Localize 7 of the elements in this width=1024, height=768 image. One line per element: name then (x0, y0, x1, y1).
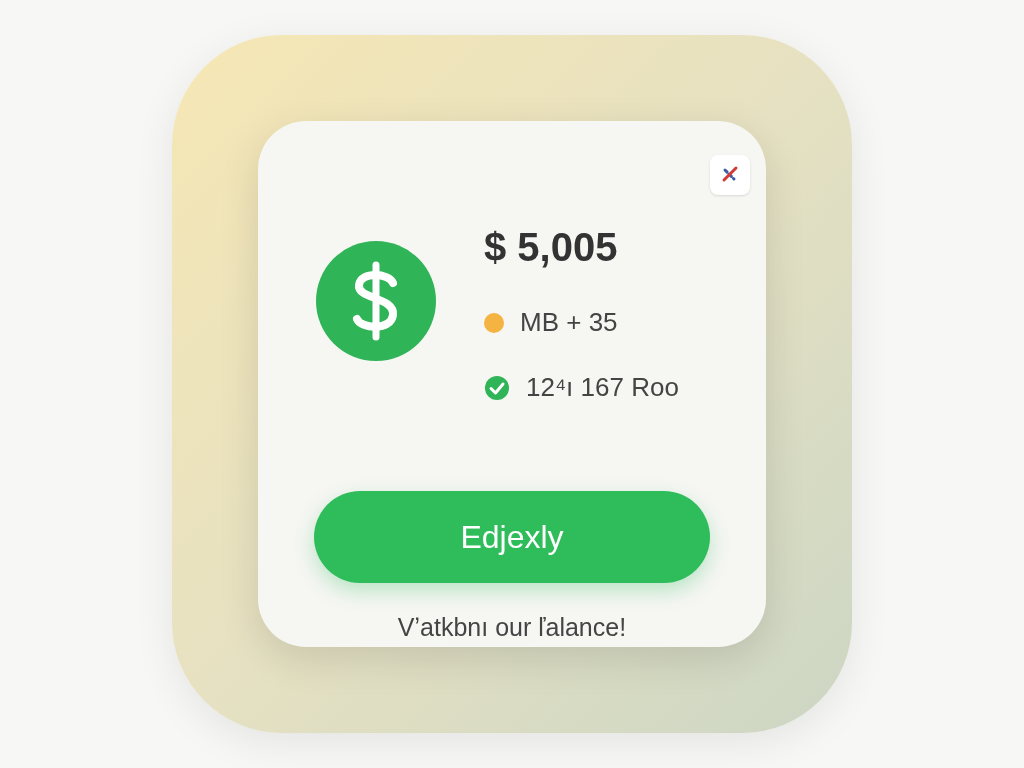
pin-button[interactable] (710, 155, 750, 195)
item-text: 12⁴ı 167 Roo (526, 371, 679, 404)
primary-button[interactable]: Edjexly (314, 491, 710, 583)
footer-text: Vʼatkbnı our ľalance! (397, 612, 627, 643)
balance-amount: $ 5,005 (484, 227, 619, 267)
item-text: MB + 35 (520, 306, 618, 339)
check-icon (484, 374, 510, 401)
